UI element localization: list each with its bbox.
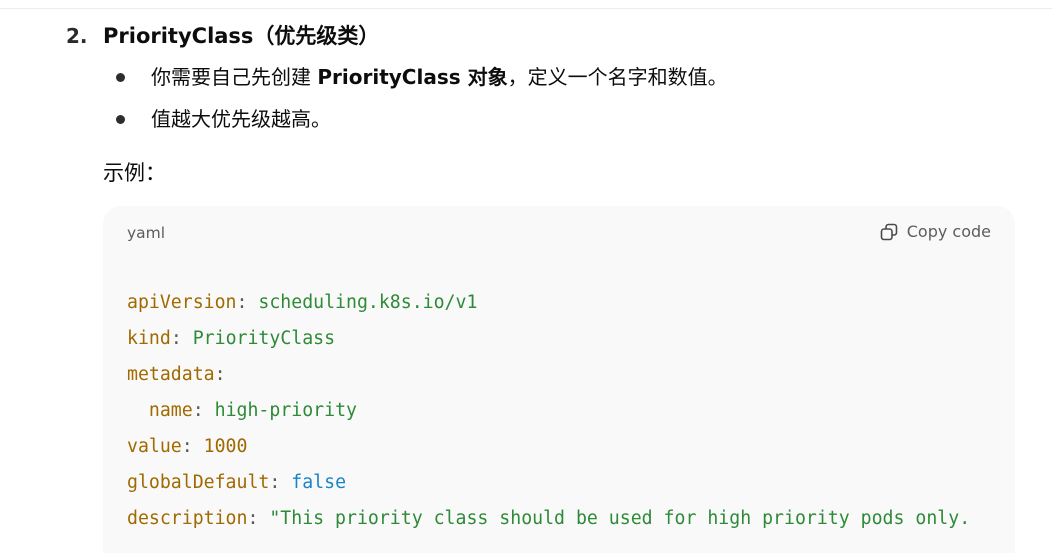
copy-icon [880, 223, 898, 241]
yaml-separator: : [247, 508, 259, 529]
yaml-key: name [148, 400, 193, 421]
copy-code-button[interactable]: Copy code [879, 222, 991, 242]
bullet-dot [116, 115, 125, 124]
code-line: metadata: [127, 357, 970, 393]
example-label: 示例： [103, 161, 166, 185]
code-line: globalDefault: false [127, 465, 970, 501]
yaml-value: 1000 [203, 436, 248, 457]
code-line: kind: PriorityClass [127, 321, 970, 357]
bullet-1-text-after: ，定义一个名字和数值。 [507, 65, 728, 89]
bullet-item-1: 你需要自己先创建 PriorityClass 对象，定义一个名字和数值。 [151, 63, 728, 91]
yaml-separator: : [192, 400, 204, 421]
code-line: name: high-priority [127, 393, 970, 429]
code-language-label: yaml [127, 224, 166, 242]
yaml-separator: : [214, 364, 226, 385]
bullet-1-bold-text: PriorityClass 对象 [317, 65, 508, 89]
yaml-key: apiVersion [127, 292, 237, 313]
bullet-1-text-before: 你需要自己先创建 [151, 65, 318, 89]
top-divider [0, 8, 1052, 9]
yaml-key: kind [127, 328, 171, 349]
section-heading: PriorityClass（优先级类） [103, 24, 380, 48]
yaml-separator: : [269, 472, 281, 493]
yaml-value: scheduling.k8s.io/v1 [258, 292, 478, 313]
yaml-separator: : [170, 328, 182, 349]
yaml-value: false [291, 472, 347, 493]
bullet-dot [116, 73, 125, 82]
code-block: yaml Copy code apiVersion: scheduling.k8… [103, 206, 1015, 553]
code-line: apiVersion: scheduling.k8s.io/v1 [127, 285, 970, 321]
yaml-separator: : [236, 292, 248, 313]
yaml-value: "This priority class should be used for … [269, 508, 971, 529]
code-line: description: "This priority class should… [127, 501, 970, 537]
list-number: 2. [66, 24, 88, 48]
yaml-value: PriorityClass [192, 328, 336, 349]
code-line: value: 1000 [127, 429, 970, 465]
yaml-separator: : [181, 436, 193, 457]
yaml-key: value [127, 436, 182, 457]
yaml-key: description [127, 508, 248, 529]
bullet-item-2: 值越大优先级越高。 [151, 107, 331, 131]
code-content: apiVersion: scheduling.k8s.io/v1 kind: Pr… [127, 285, 970, 537]
copy-code-label: Copy code [906, 222, 991, 241]
yaml-value: high-priority [214, 400, 357, 421]
yaml-key: globalDefault [127, 472, 270, 493]
yaml-key: metadata [127, 364, 215, 385]
